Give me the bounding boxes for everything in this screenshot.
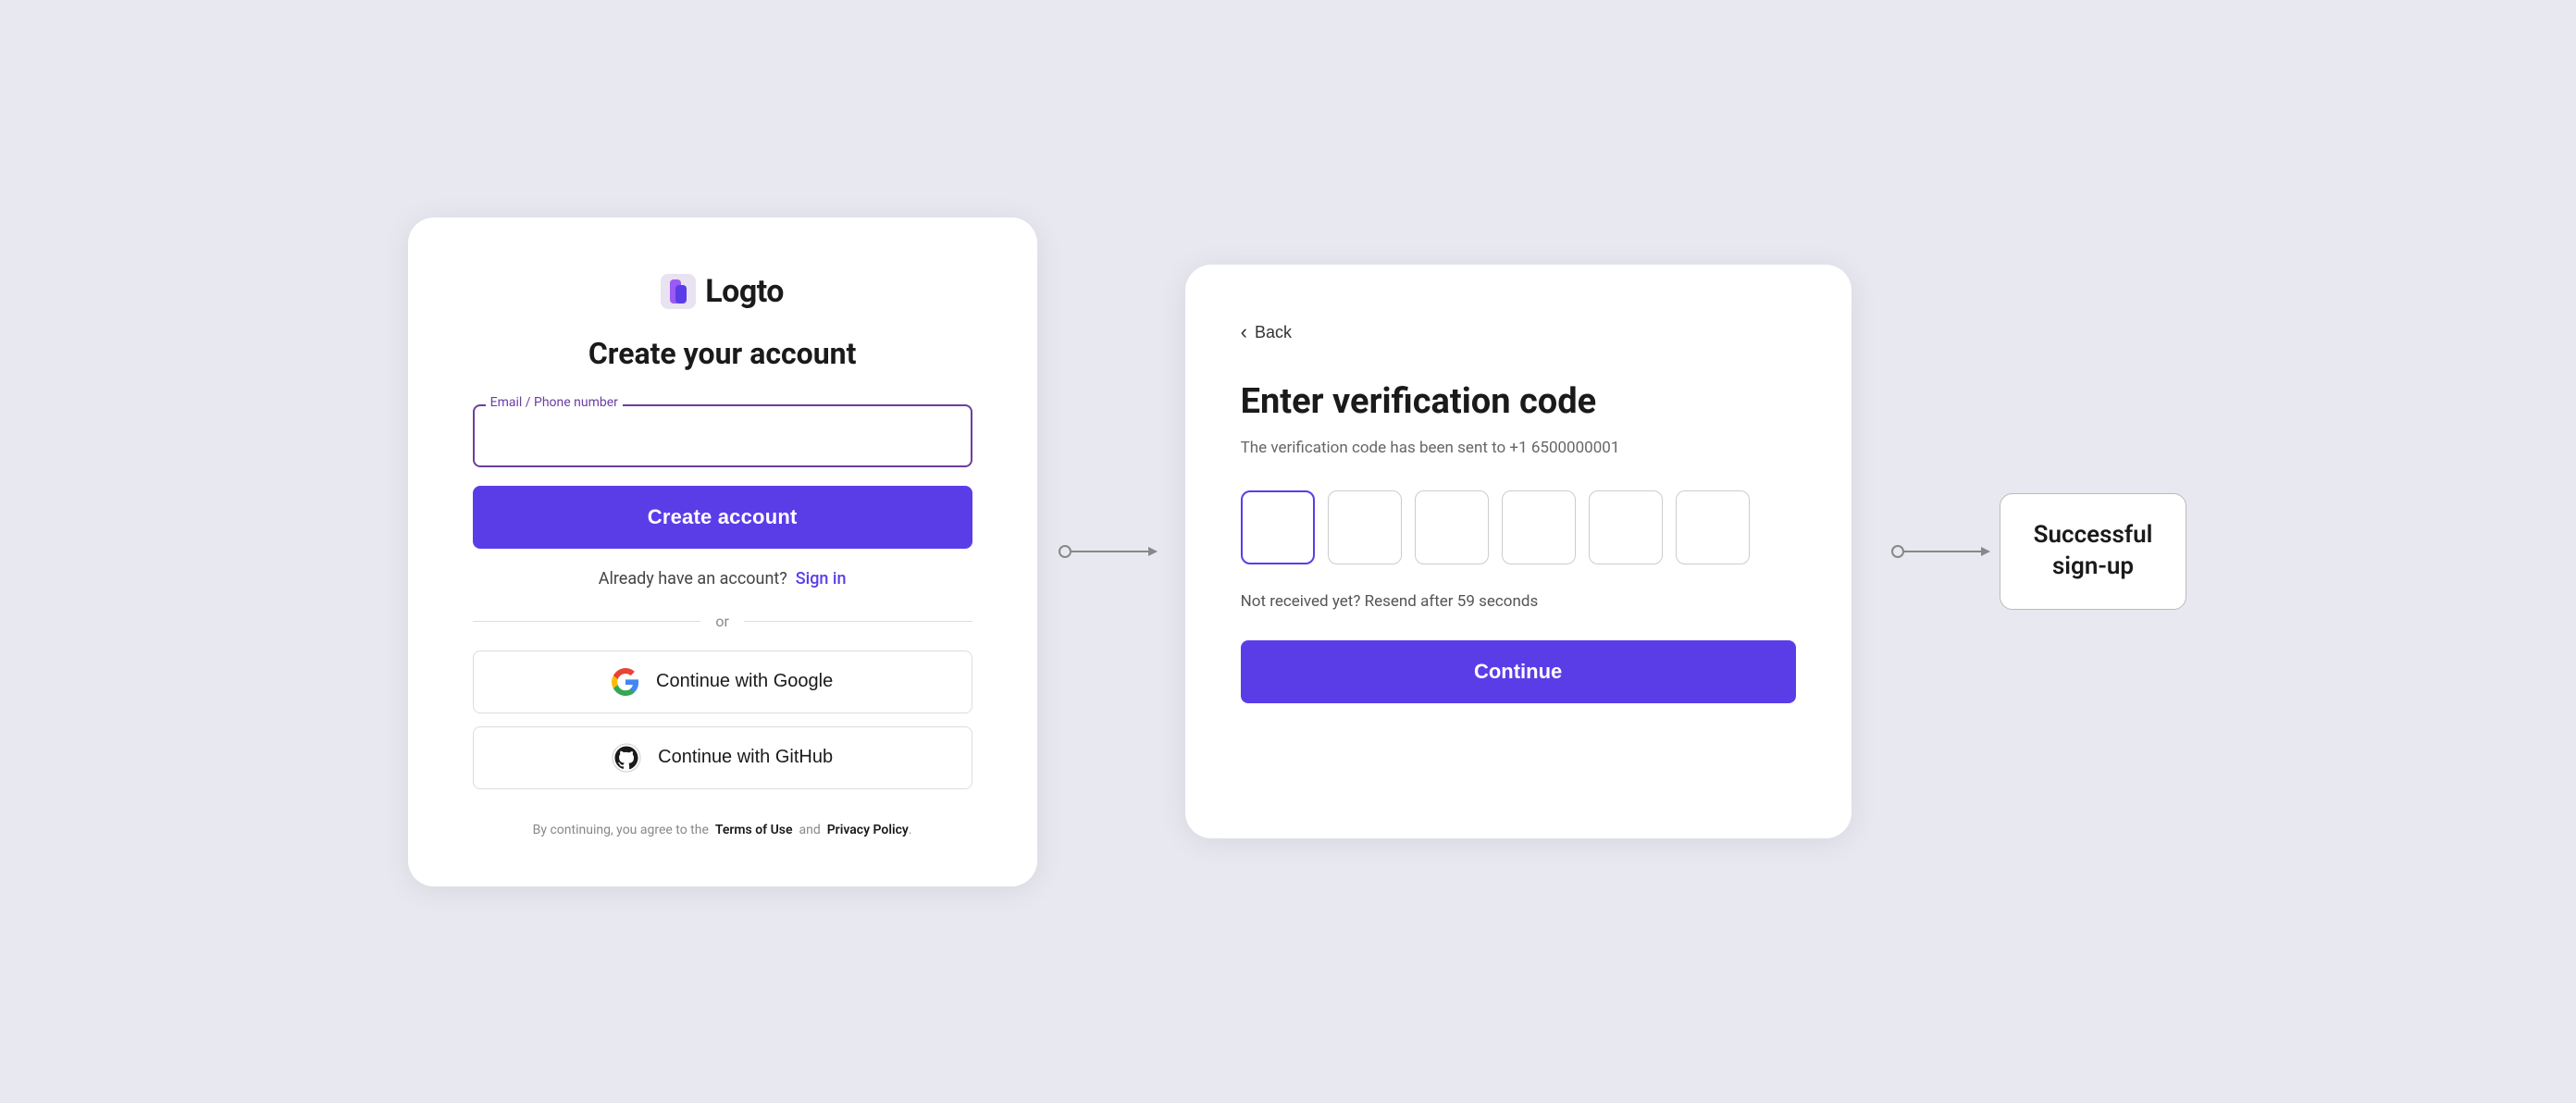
github-icon	[612, 743, 641, 773]
google-icon	[612, 668, 639, 696]
verification-title: Enter verification code	[1241, 381, 1597, 424]
code-input-group	[1241, 490, 1750, 564]
signin-link[interactable]: Sign in	[796, 569, 847, 589]
create-account-button[interactable]: Create account	[473, 486, 972, 549]
code-box-5[interactable]	[1589, 490, 1663, 564]
logto-logo-icon	[661, 274, 696, 309]
logo-area: Logto	[661, 273, 784, 310]
back-chevron-icon: ‹	[1241, 320, 1247, 344]
arrow-connector-2	[1889, 538, 2000, 565]
github-signin-button[interactable]: Continue with GitHub	[473, 726, 972, 789]
github-btn-label: Continue with GitHub	[658, 747, 833, 768]
code-box-1[interactable]	[1241, 490, 1315, 564]
success-line2: sign-up	[2052, 552, 2134, 580]
success-line1: Successful	[2034, 521, 2153, 549]
back-button[interactable]: ‹ Back	[1241, 320, 1292, 344]
terms-text: By continuing, you agree to the Terms of…	[533, 821, 912, 840]
code-box-3[interactable]	[1415, 490, 1489, 564]
signup-card: Logto Create your account Email / Phone …	[408, 217, 1037, 886]
logo-text: Logto	[705, 273, 784, 310]
signin-prompt: Already have an account? Sign in	[599, 569, 847, 589]
email-phone-group: Email / Phone number	[473, 404, 972, 467]
or-divider: or	[473, 613, 972, 630]
verification-card: ‹ Back Enter verification code The verif…	[1185, 265, 1852, 838]
or-text: or	[715, 613, 729, 630]
code-box-2[interactable]	[1328, 490, 1402, 564]
success-box: Successful sign-up	[2000, 493, 2187, 610]
google-btn-label: Continue with Google	[656, 671, 833, 692]
back-label: Back	[1255, 323, 1292, 342]
code-box-4[interactable]	[1502, 490, 1576, 564]
google-signin-button[interactable]: Continue with Google	[473, 651, 972, 713]
divider-line-right	[744, 621, 972, 622]
privacy-policy-link[interactable]: Privacy Policy	[827, 823, 909, 837]
terms-of-use-link[interactable]: Terms of Use	[715, 823, 793, 837]
flow-arrow-1	[1056, 538, 1167, 565]
verification-subtitle: The verification code has been sent to +…	[1241, 439, 1620, 457]
resend-text: Not received yet? Resend after 59 second…	[1241, 592, 1539, 611]
page-title: Create your account	[588, 336, 857, 371]
divider-line-left	[473, 621, 701, 622]
main-layout: Logto Create your account Email / Phone …	[0, 0, 2576, 1103]
input-label: Email / Phone number	[486, 395, 623, 410]
email-phone-input[interactable]	[473, 404, 972, 467]
continue-button[interactable]: Continue	[1241, 640, 1796, 703]
arrow-connector-1	[1037, 538, 1185, 565]
code-box-6[interactable]	[1676, 490, 1750, 564]
flow-arrow-2	[1889, 538, 2000, 565]
